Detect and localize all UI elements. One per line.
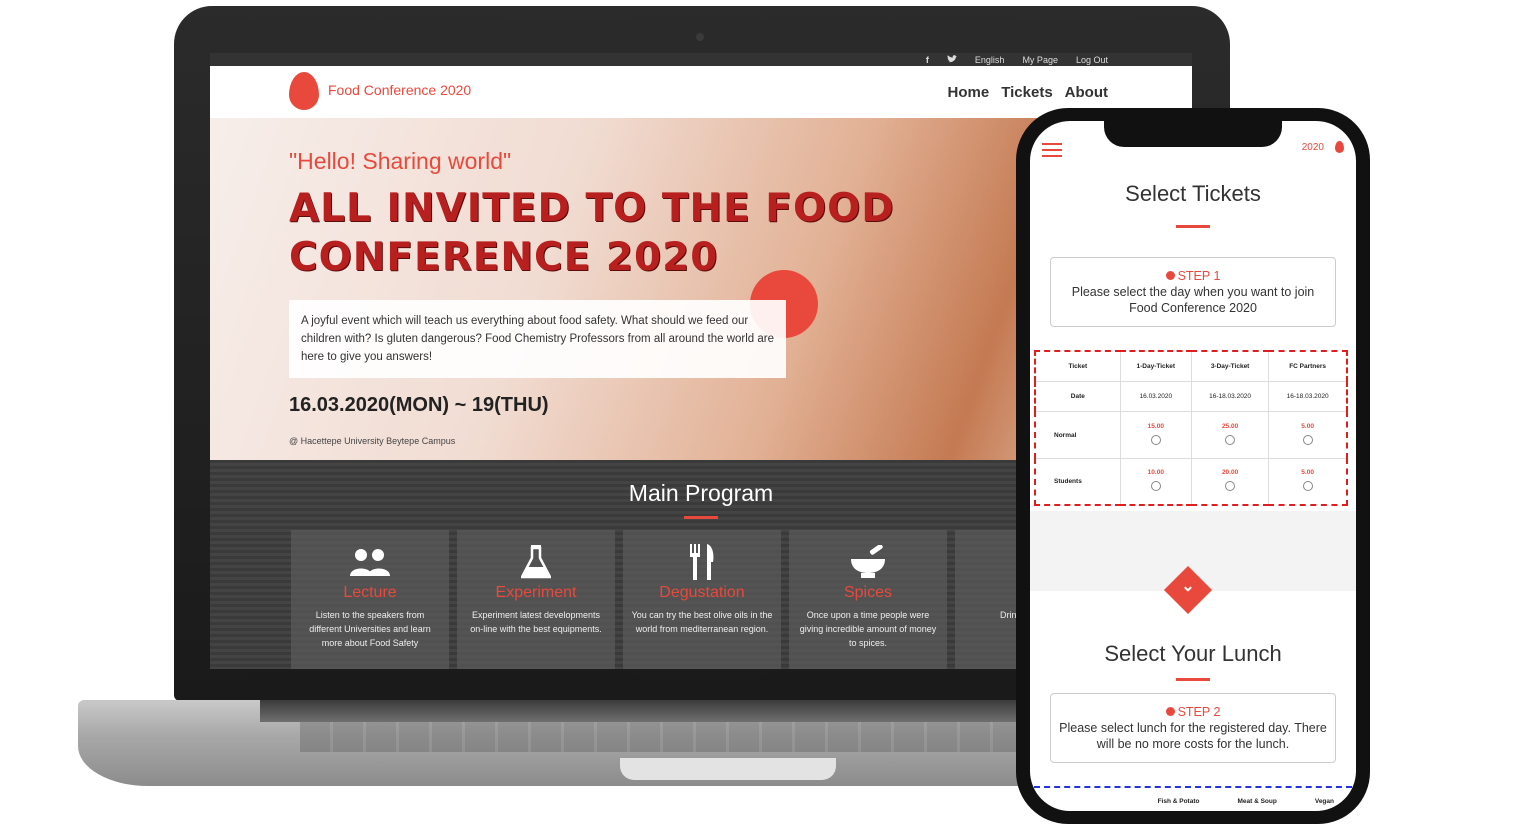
- select-lunch-title: Select Your Lunch: [1104, 641, 1282, 666]
- table-header-row: Ticket 1-Day-Ticket 3-Day-Ticket FC Part…: [1035, 351, 1348, 382]
- table-header: FC Partners: [1268, 351, 1348, 382]
- table-row-students: Students 10.00 20.00 5.00: [1035, 458, 1348, 506]
- utensils-icon: [623, 544, 781, 580]
- price-cell: 5.00: [1268, 458, 1348, 506]
- date-cell: 16-18.03.2020: [1191, 381, 1270, 413]
- radio-students-3day[interactable]: [1225, 481, 1236, 492]
- row-label: Date: [1035, 381, 1121, 413]
- hero-title-line2: CONFERENCE 2020: [289, 235, 719, 280]
- price-cell: 10.00: [1120, 458, 1192, 506]
- hero-title-line1: ALL INVITED TO THE FOOD: [289, 186, 895, 231]
- table-header: Ticket: [1035, 351, 1121, 382]
- row-label: Normal: [1035, 411, 1121, 459]
- tickets-underline: [1176, 225, 1210, 228]
- drop-logo-icon: [1335, 141, 1344, 153]
- hero-title: ALL INVITED TO THE FOOD CONFERENCE 2020: [289, 184, 989, 282]
- nav-home[interactable]: Home: [948, 84, 990, 101]
- ticket-table: Ticket 1-Day-Ticket 3-Day-Ticket FC Part…: [1034, 350, 1348, 506]
- event-venue: @ Hacettepe University Beytepe Campus: [289, 436, 456, 446]
- card-title: Degustation: [659, 584, 745, 601]
- radio-students-partner[interactable]: [1302, 481, 1313, 492]
- mortar-icon: [789, 544, 947, 580]
- event-date: 16.03.2020(MON) ~ 19(THU): [289, 394, 549, 416]
- price-cell: 5.00: [1268, 411, 1348, 459]
- nav-tickets[interactable]: Tickets: [1001, 84, 1052, 101]
- my-page-link[interactable]: My Page: [1022, 55, 1058, 65]
- laptop-notch: [620, 758, 836, 780]
- hero-description: A joyful event which will teach us every…: [289, 300, 786, 378]
- price-cell: 20.00: [1191, 458, 1270, 506]
- step1-label: STEP 1: [1059, 268, 1327, 284]
- nav-links: Home Tickets About: [948, 84, 1108, 101]
- hero-quote: "Hello! Sharing world": [289, 148, 512, 174]
- top-utility-bar: f English My Page Log Out: [210, 53, 1192, 66]
- log-out-link[interactable]: Log Out: [1076, 55, 1108, 65]
- program-underline: [684, 516, 718, 519]
- select-tickets-title: Select Tickets: [1125, 181, 1261, 206]
- step1-box: STEP 1 Please select the day when you wa…: [1050, 257, 1336, 327]
- facebook-icon[interactable]: f: [926, 55, 929, 65]
- card-description: You can try the best olive oils in the w…: [631, 610, 773, 634]
- program-cards: Lecture Listen to the speakers from diff…: [291, 530, 1113, 669]
- price-cell: 15.00: [1120, 411, 1192, 459]
- lunch-table-header: Fish & Potato Meat & Soup Vegan: [1034, 786, 1352, 811]
- phone-content: 2020 Select Tickets STEP 1 Please select…: [1030, 121, 1356, 811]
- program-card-degustation[interactable]: Degustation You can try the best olive o…: [623, 530, 781, 669]
- radio-normal-1day[interactable]: [1150, 435, 1161, 446]
- card-title: Spices: [843, 584, 893, 601]
- lunch-header: Vegan: [1314, 798, 1334, 805]
- nav-about[interactable]: About: [1065, 84, 1108, 101]
- card-description: Experiment latest developments on-line w…: [470, 610, 602, 634]
- hamburger-menu-icon[interactable]: [1042, 143, 1062, 157]
- card-title: Lecture: [343, 584, 397, 601]
- chevron-down-icon: ⌄: [1181, 578, 1195, 595]
- radio-normal-partner[interactable]: [1302, 435, 1313, 446]
- brand-year[interactable]: 2020: [1302, 142, 1324, 153]
- program-card-spices[interactable]: Spices Once upon a time people were givi…: [789, 530, 947, 669]
- price-cell: 25.00: [1191, 411, 1270, 459]
- users-icon: [291, 544, 449, 580]
- drop-logo-icon[interactable]: [289, 72, 319, 110]
- date-cell: 16-18.03.2020: [1268, 381, 1348, 413]
- main-navbar: Food Conference 2020 Home Tickets About: [210, 66, 1192, 118]
- table-header: 1-Day-Ticket: [1120, 351, 1192, 382]
- step-dot-icon: [1165, 271, 1175, 280]
- twitter-icon[interactable]: [946, 54, 957, 65]
- radio-students-1day[interactable]: [1150, 481, 1161, 492]
- table-row-date: Date 16.03.2020 16-18.03.2020 16-18.03.2…: [1035, 381, 1348, 413]
- radio-normal-3day[interactable]: [1225, 435, 1236, 446]
- date-cell: 16.03.2020: [1120, 381, 1192, 413]
- lunch-header: Fish & Potato: [1157, 798, 1200, 805]
- program-card-lecture[interactable]: Lecture Listen to the speakers from diff…: [291, 530, 449, 669]
- lunch-underline: [1176, 678, 1210, 681]
- card-title: Experiment: [495, 584, 577, 601]
- program-card-experiment[interactable]: Experiment Experiment latest development…: [457, 530, 615, 669]
- language-link[interactable]: English: [975, 55, 1005, 65]
- step2-box: STEP 2 Please select lunch for the regis…: [1050, 693, 1336, 763]
- table-header: 3-Day-Ticket: [1191, 351, 1270, 382]
- row-label: Students: [1035, 458, 1121, 506]
- lunch-header: Meat & Soup: [1237, 798, 1277, 805]
- table-row-normal: Normal 15.00 25.00 5.00: [1035, 411, 1348, 459]
- brand-name[interactable]: Food Conference 2020: [328, 82, 471, 98]
- phone-screen: 2020 Select Tickets STEP 1 Please select…: [1030, 121, 1356, 811]
- step-dot-icon: [1165, 707, 1175, 716]
- camera-dot: [696, 33, 704, 41]
- flask-icon: [457, 544, 615, 580]
- step2-text: Please select lunch for the registered d…: [1059, 721, 1327, 751]
- step2-label: STEP 2: [1059, 704, 1327, 720]
- card-description: Once upon a time people were giving incr…: [799, 610, 937, 648]
- phone-notch: [1104, 121, 1282, 147]
- card-description: Listen to the speakers from different Un…: [309, 610, 431, 648]
- step1-text: Please select the day when you want to j…: [1071, 285, 1315, 315]
